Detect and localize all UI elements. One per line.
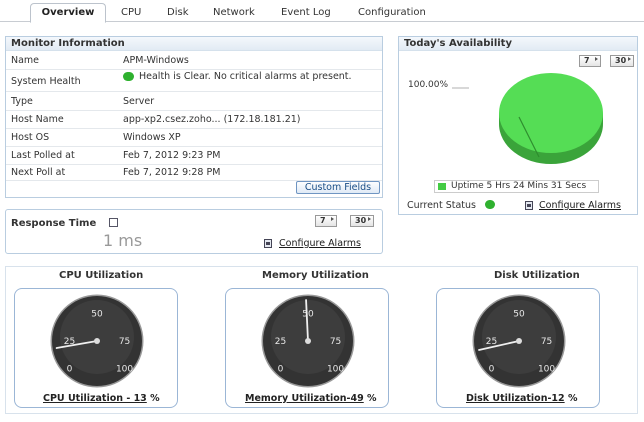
info-row: Host Name app-xp2.csez.zoho... (172.18.1… xyxy=(6,111,382,129)
availability-configure-alarms-link[interactable]: Configure Alarms xyxy=(539,200,621,211)
response-30-days-button[interactable]: 30 xyxy=(350,215,374,227)
info-value: APM-Windows xyxy=(123,55,189,66)
cpu-gauge-box: 0 25 50 75 100 xyxy=(14,288,178,408)
gauge-tick-label: 100 xyxy=(538,365,555,375)
tab-cpu[interactable]: CPU xyxy=(121,4,141,22)
disk-unit: % xyxy=(567,393,578,404)
response-time-title: Response Time xyxy=(11,218,97,229)
memory-utilization-title: Memory Utilization xyxy=(262,270,369,281)
green-status-icon xyxy=(123,72,134,81)
info-value: Feb 7, 2012 9:23 PM xyxy=(123,150,221,161)
gauge-tick-label: 100 xyxy=(327,365,344,375)
gauge-tick-label: 75 xyxy=(330,337,341,347)
tab-overview[interactable]: Overview xyxy=(30,3,106,23)
response-7-days-button[interactable]: 7 xyxy=(315,215,337,227)
info-value: Server xyxy=(123,96,155,107)
gauge-tick-label: 0 xyxy=(489,365,495,375)
disk-utilization-link[interactable]: Disk Utilization-12 xyxy=(466,393,565,404)
gauge-tick-label: 0 xyxy=(67,365,73,375)
monitor-info-panel: Monitor Information Name APM-Windows Sys… xyxy=(5,36,383,198)
info-row: Last Polled at Feb 7, 2012 9:23 PM xyxy=(6,147,382,165)
legend-label: Uptime 5 Hrs 24 Mins 31 Secs xyxy=(451,181,587,191)
disk-gauge-box: 0 25 50 75 100 xyxy=(436,288,600,408)
info-value: Health is Clear. No critical alarms at p… xyxy=(123,71,378,83)
info-key: Next Poll at xyxy=(11,167,66,178)
gauge-tick-label: 50 xyxy=(91,309,103,319)
gauge-tick-label: 50 xyxy=(302,309,314,319)
memory-unit: % xyxy=(367,393,377,404)
info-row: Next Poll at Feb 7, 2012 9:28 PM xyxy=(6,165,382,181)
health-text: Health is Clear. No critical alarms at p… xyxy=(139,71,352,82)
info-key: Host OS xyxy=(11,132,50,143)
gauge-tick-label: 50 xyxy=(513,309,525,319)
info-key: Type xyxy=(11,96,33,107)
disk-utilization-title: Disk Utilization xyxy=(494,270,580,281)
gauge-tick-label: 75 xyxy=(119,337,130,347)
tab-disk[interactable]: Disk xyxy=(167,4,188,22)
gauge-hub xyxy=(305,338,311,344)
memory-gauge: 0 25 50 75 100 xyxy=(261,294,355,388)
memory-gauge-box: 0 25 50 75 100 xyxy=(225,288,389,408)
memory-utilization-link[interactable]: Memory Utilization-49 xyxy=(245,393,364,404)
info-row: System Health Health is Clear. No critic… xyxy=(6,70,382,92)
tab-event-log[interactable]: Event Log xyxy=(281,4,331,22)
availability-panel: Today's Availability 7 30 100.00% Uptime… xyxy=(398,36,638,215)
disk-gauge: 0255075100 xyxy=(472,294,566,388)
response-time-panel: Response Time 7 30 1 ms Configure Alarms xyxy=(5,209,383,254)
configure-alarms-icon[interactable] xyxy=(264,239,272,248)
tab-network[interactable]: Network xyxy=(213,4,255,22)
custom-fields-button[interactable]: Custom Fields xyxy=(296,181,380,194)
cpu-utilization-caption[interactable]: CPU Utilization - 13 % xyxy=(43,393,160,404)
response-configure-alarms-link[interactable]: Configure Alarms xyxy=(279,238,361,249)
info-value: app-xp2.csez.zoho... (172.18.181.21) xyxy=(123,114,301,125)
cpu-unit: % xyxy=(150,393,160,404)
info-row: Type Server xyxy=(6,92,382,111)
tab-bar: Overview CPU Disk Network Event Log Conf… xyxy=(0,0,644,23)
current-status-label: Current Status xyxy=(407,200,476,211)
info-value: Feb 7, 2012 9:28 PM xyxy=(123,167,221,178)
gauge-tick-label: 100 xyxy=(116,365,133,375)
popup-icon[interactable] xyxy=(109,218,118,227)
pie-slice-uptime xyxy=(499,73,603,153)
cpu-utilization-link[interactable]: CPU Utilization - 13 xyxy=(43,393,147,404)
info-row: Host OS Windows XP xyxy=(6,129,382,147)
info-key: System Health xyxy=(11,76,81,87)
memory-utilization-caption[interactable]: Memory Utilization-49 % xyxy=(245,393,377,404)
gauge-tick-label: 75 xyxy=(541,337,552,347)
cpu-gauge: 0255075100 xyxy=(50,294,144,388)
legend-swatch xyxy=(438,183,446,190)
monitor-info-title: Monitor Information xyxy=(6,37,382,51)
info-value: Windows XP xyxy=(123,132,181,143)
gauge-tick-label: 0 xyxy=(278,365,284,375)
info-key: Host Name xyxy=(11,114,64,125)
info-row: Name APM-Windows xyxy=(6,53,382,70)
info-key: Name xyxy=(11,55,40,66)
green-status-icon xyxy=(485,200,495,209)
availability-legend: Uptime 5 Hrs 24 Mins 31 Secs xyxy=(434,180,599,193)
configure-alarms-icon[interactable] xyxy=(525,201,533,210)
info-key: Last Polled at xyxy=(11,150,75,161)
cpu-utilization-title: CPU Utilization xyxy=(59,270,144,281)
tab-configuration[interactable]: Configuration xyxy=(358,4,426,22)
gauge-tick-label: 25 xyxy=(275,337,286,347)
disk-utilization-caption[interactable]: Disk Utilization-12 % xyxy=(466,393,577,404)
gauge-hub xyxy=(516,338,522,344)
response-time-value: 1 ms xyxy=(103,231,143,250)
gauge-hub xyxy=(94,338,100,344)
